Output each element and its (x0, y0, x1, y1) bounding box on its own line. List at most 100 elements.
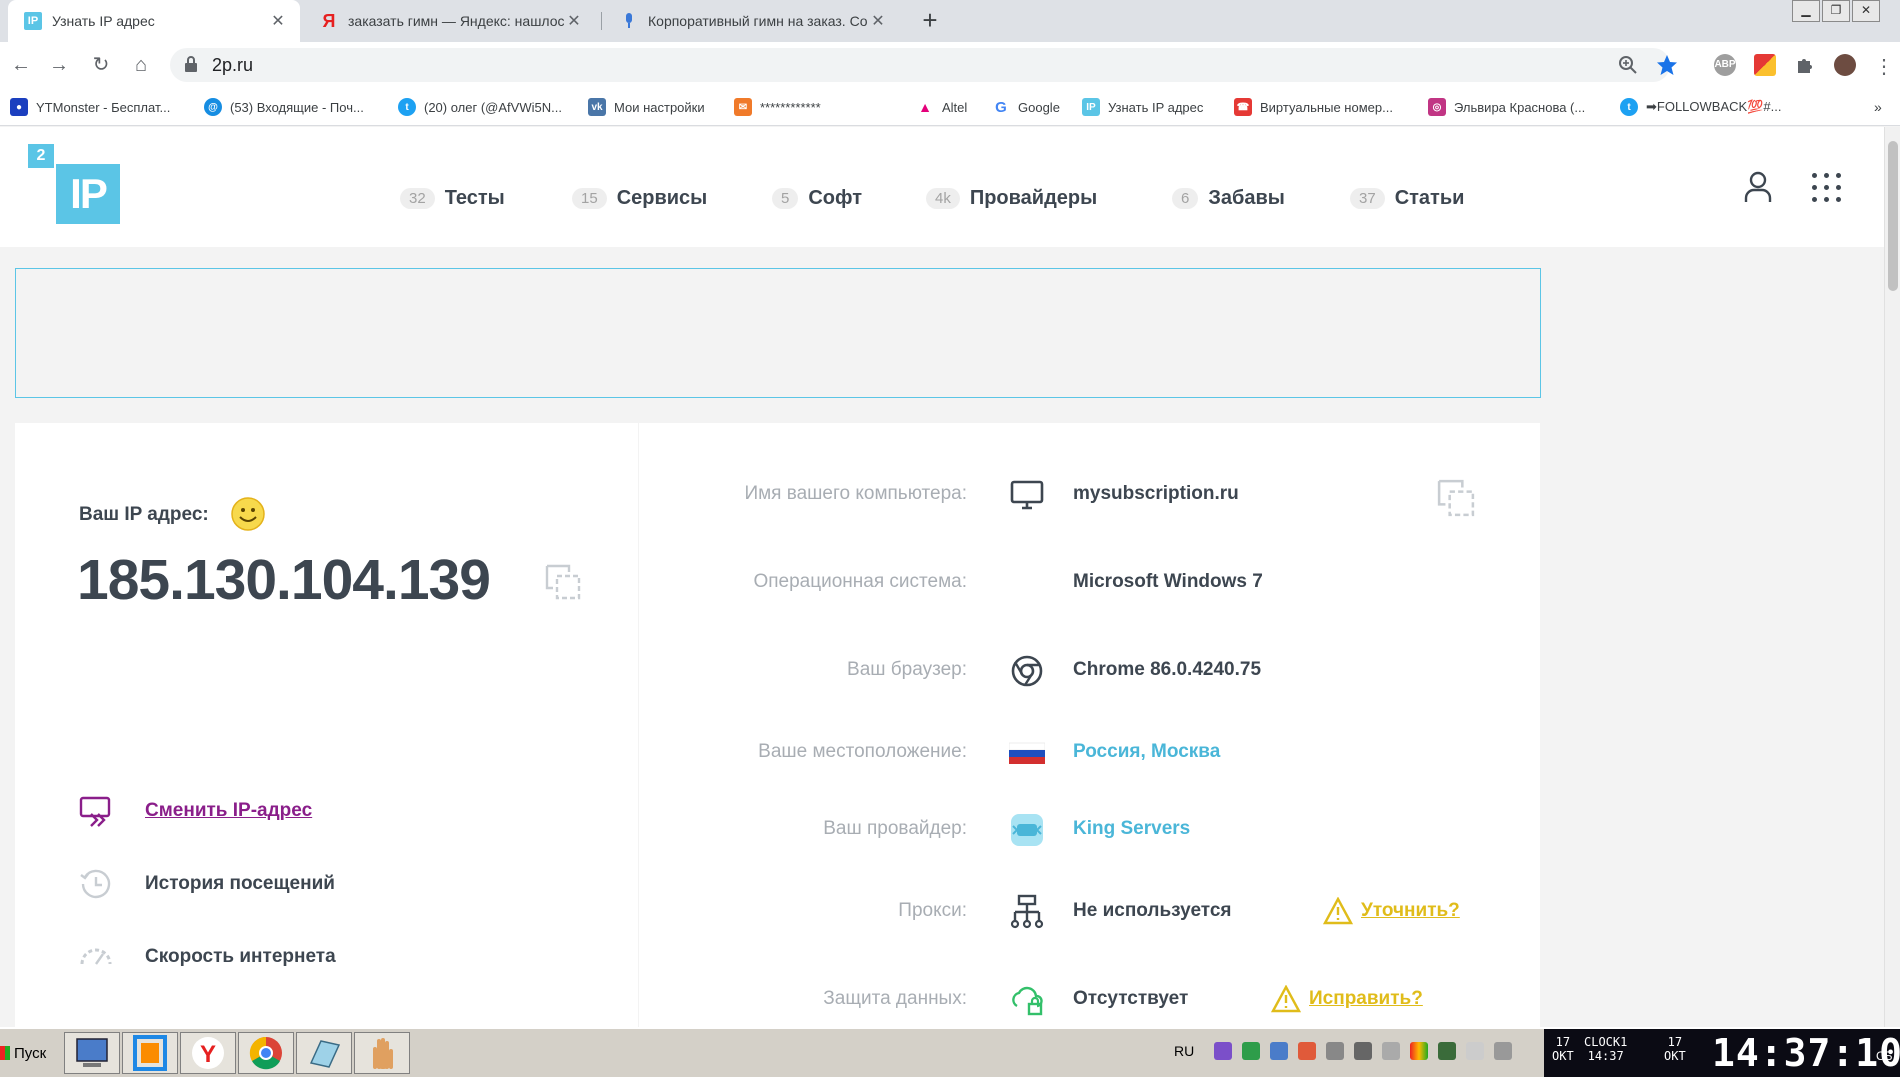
browser-menu-icon[interactable]: ⋮ (1874, 54, 1894, 79)
tray-pen-icon[interactable] (1214, 1042, 1232, 1060)
taskbar-notes-button[interactable] (296, 1032, 352, 1074)
restore-window-button[interactable]: ❐ (1822, 0, 1850, 22)
tray-shield-icon[interactable] (1242, 1042, 1260, 1060)
new-tab-button[interactable]: + (915, 6, 945, 36)
info-value: Chrome 86.0.4240.75 (1073, 659, 1262, 680)
copy-hostname-icon[interactable] (1437, 479, 1475, 517)
tray-nvidia-icon[interactable] (1438, 1042, 1456, 1060)
reload-button[interactable]: ↻ (86, 50, 116, 80)
close-window-button[interactable]: ✕ (1852, 0, 1880, 22)
tray-display-icon[interactable] (1494, 1042, 1512, 1060)
site-logo[interactable]: 2 IP (28, 144, 120, 226)
tray-volume-icon[interactable] (1382, 1042, 1400, 1060)
envelope-icon: ✉ (734, 98, 752, 116)
tray-app-icon[interactable] (1298, 1042, 1316, 1060)
scrollbar-thumb[interactable] (1888, 141, 1898, 291)
chrome-taskbar-icon (249, 1036, 282, 1070)
twitter-icon: t (398, 98, 416, 116)
2ip-icon: IP (1082, 98, 1100, 116)
page-scrollbar[interactable] (1884, 127, 1900, 1027)
bookmark-label: YTMonster - Бесплат... (36, 99, 171, 115)
copy-ip-icon[interactable] (545, 564, 581, 600)
bookmark-label: ************ (760, 99, 821, 115)
2ip-favicon-icon: IP (24, 12, 42, 30)
bookmark-ytmonster[interactable]: ● YTMonster - Бесплат... (10, 96, 170, 118)
tray-flag-icon[interactable] (1466, 1042, 1484, 1060)
info-value: Не используется (1073, 900, 1232, 921)
bookmark-label: Google (1018, 99, 1060, 115)
menu-label: Статьи (1394, 186, 1465, 209)
tab-title: заказать гимн — Яндекс: нашлось (348, 13, 564, 29)
menu-tests[interactable]: 32 Тесты (400, 183, 505, 213)
bookmark-followback[interactable]: t ➡FOLLOWBACK💯#... (1620, 96, 1781, 118)
taskbar-yandex-button[interactable]: Y (180, 1032, 236, 1074)
menu-count: 32 (400, 187, 435, 209)
info-key: Защита данных: (823, 988, 967, 1009)
taskbar-chrome-button[interactable] (238, 1032, 294, 1074)
change-ip-link[interactable]: Сменить IP-адрес (79, 794, 312, 828)
menu-soft[interactable]: 5 Софт (772, 183, 862, 213)
close-tab-icon[interactable]: ✕ (268, 11, 288, 31)
apps-grid-icon[interactable] (1812, 173, 1842, 203)
tray-network-icon[interactable] (1270, 1042, 1288, 1060)
bookmark-vk[interactable]: vk Мои настройки (588, 96, 705, 118)
bookmark-2ip[interactable]: IP Узнать IP адрес (1082, 96, 1203, 118)
taskbar-computer-button[interactable] (64, 1032, 120, 1074)
taskbar-app-button[interactable] (122, 1032, 178, 1074)
bookmark-twitter[interactable]: t (20) олег (@AfVWi5N... (398, 96, 562, 118)
forward-button[interactable]: → (44, 50, 74, 80)
clarify-proxy-link[interactable]: Уточнить? (1323, 896, 1460, 926)
taskbar-hand-button[interactable] (354, 1032, 410, 1074)
tray-monitor-icon[interactable] (1326, 1042, 1344, 1060)
bookmarks-bar: ● YTMonster - Бесплат... @ (53) Входящие… (0, 88, 1900, 126)
bookmark-altel[interactable]: ▲ Altel (916, 96, 967, 118)
info-value: Microsoft Windows 7 (1073, 571, 1263, 592)
bookmark-google[interactable]: G Google (992, 96, 1060, 118)
menu-services[interactable]: 15 Сервисы (572, 183, 707, 213)
bookmark-star-icon[interactable] (1656, 54, 1678, 76)
weekday: СБ (1876, 1049, 1893, 1063)
tray-meter-icon[interactable] (1410, 1042, 1428, 1060)
user-account-icon[interactable] (1744, 171, 1772, 203)
close-tab-icon[interactable]: ✕ (564, 11, 584, 31)
internet-speed-link[interactable]: Скорость интернета (79, 940, 336, 974)
bookmark-virtual-numbers[interactable]: ☎ Виртуальные номер... (1234, 96, 1393, 118)
tab-corporate-anthem[interactable]: Корпоративный гимн на заказ. Со ✕ (604, 0, 900, 42)
location-link[interactable]: Россия, Москва (1073, 741, 1220, 763)
profile-avatar[interactable] (1834, 54, 1856, 76)
menu-articles[interactable]: 37 Статьи (1350, 183, 1464, 213)
tray-lock-icon[interactable] (1354, 1042, 1372, 1060)
info-row-browser: Ваш браузер: Chrome 86.0.4240.75 (639, 651, 1540, 691)
bookmark-label: Мои настройки (614, 99, 705, 115)
home-button[interactable]: ⌂ (126, 50, 156, 80)
address-bar[interactable]: 2p.ru (170, 48, 1677, 82)
clarify-label: Уточнить? (1361, 900, 1460, 921)
adblock-extension-icon[interactable]: ABP (1714, 54, 1736, 76)
bookmark-instagram[interactable]: ◎ Эльвира Краснова (... (1428, 96, 1585, 118)
visit-history-link[interactable]: История посещений (79, 867, 335, 901)
close-tab-icon[interactable]: ✕ (868, 11, 888, 31)
bookmark-hidden[interactable]: ✉ ************ (734, 96, 821, 118)
yandex-favicon-icon: Я (322, 10, 336, 31)
menu-providers[interactable]: 4k Провайдеры (926, 183, 1097, 213)
more-bookmarks-chevron-icon[interactable]: » (1874, 96, 1882, 118)
provider-link[interactable]: King Servers (1073, 818, 1190, 840)
monitor-icon (1010, 480, 1044, 510)
fix-protection-link[interactable]: Исправить? (1271, 984, 1423, 1014)
taskbar-clock[interactable]: 17 ОКТ CLOCK1 14:37 17 ОКТ 14:37:10 СБ (1544, 1029, 1900, 1077)
start-button[interactable]: Пуск (0, 1032, 60, 1074)
lock-icon (185, 56, 197, 72)
menu-fun[interactable]: 6 Забавы (1172, 183, 1285, 213)
zoom-icon[interactable] (1618, 55, 1638, 75)
tab-2ip[interactable]: IP Узнать IP адрес ✕ (8, 0, 300, 42)
minimize-window-button[interactable]: ▁ (1792, 0, 1820, 22)
bookmark-label: Эльвира Краснова (... (1454, 99, 1586, 115)
color-extension-icon[interactable] (1754, 54, 1776, 76)
back-button[interactable]: ← (6, 50, 36, 80)
clock-widget: CLOCK1 14:37 (1584, 1035, 1627, 1063)
tab-yandex[interactable]: Я заказать гимн — Яндекс: нашлось ✕ (304, 0, 596, 42)
bookmark-mail[interactable]: @ (53) Входящие - Поч... (204, 96, 364, 118)
warning-icon (1271, 985, 1301, 1013)
info-key: Ваш провайдер: (823, 818, 967, 839)
extensions-puzzle-icon[interactable] (1794, 54, 1816, 76)
